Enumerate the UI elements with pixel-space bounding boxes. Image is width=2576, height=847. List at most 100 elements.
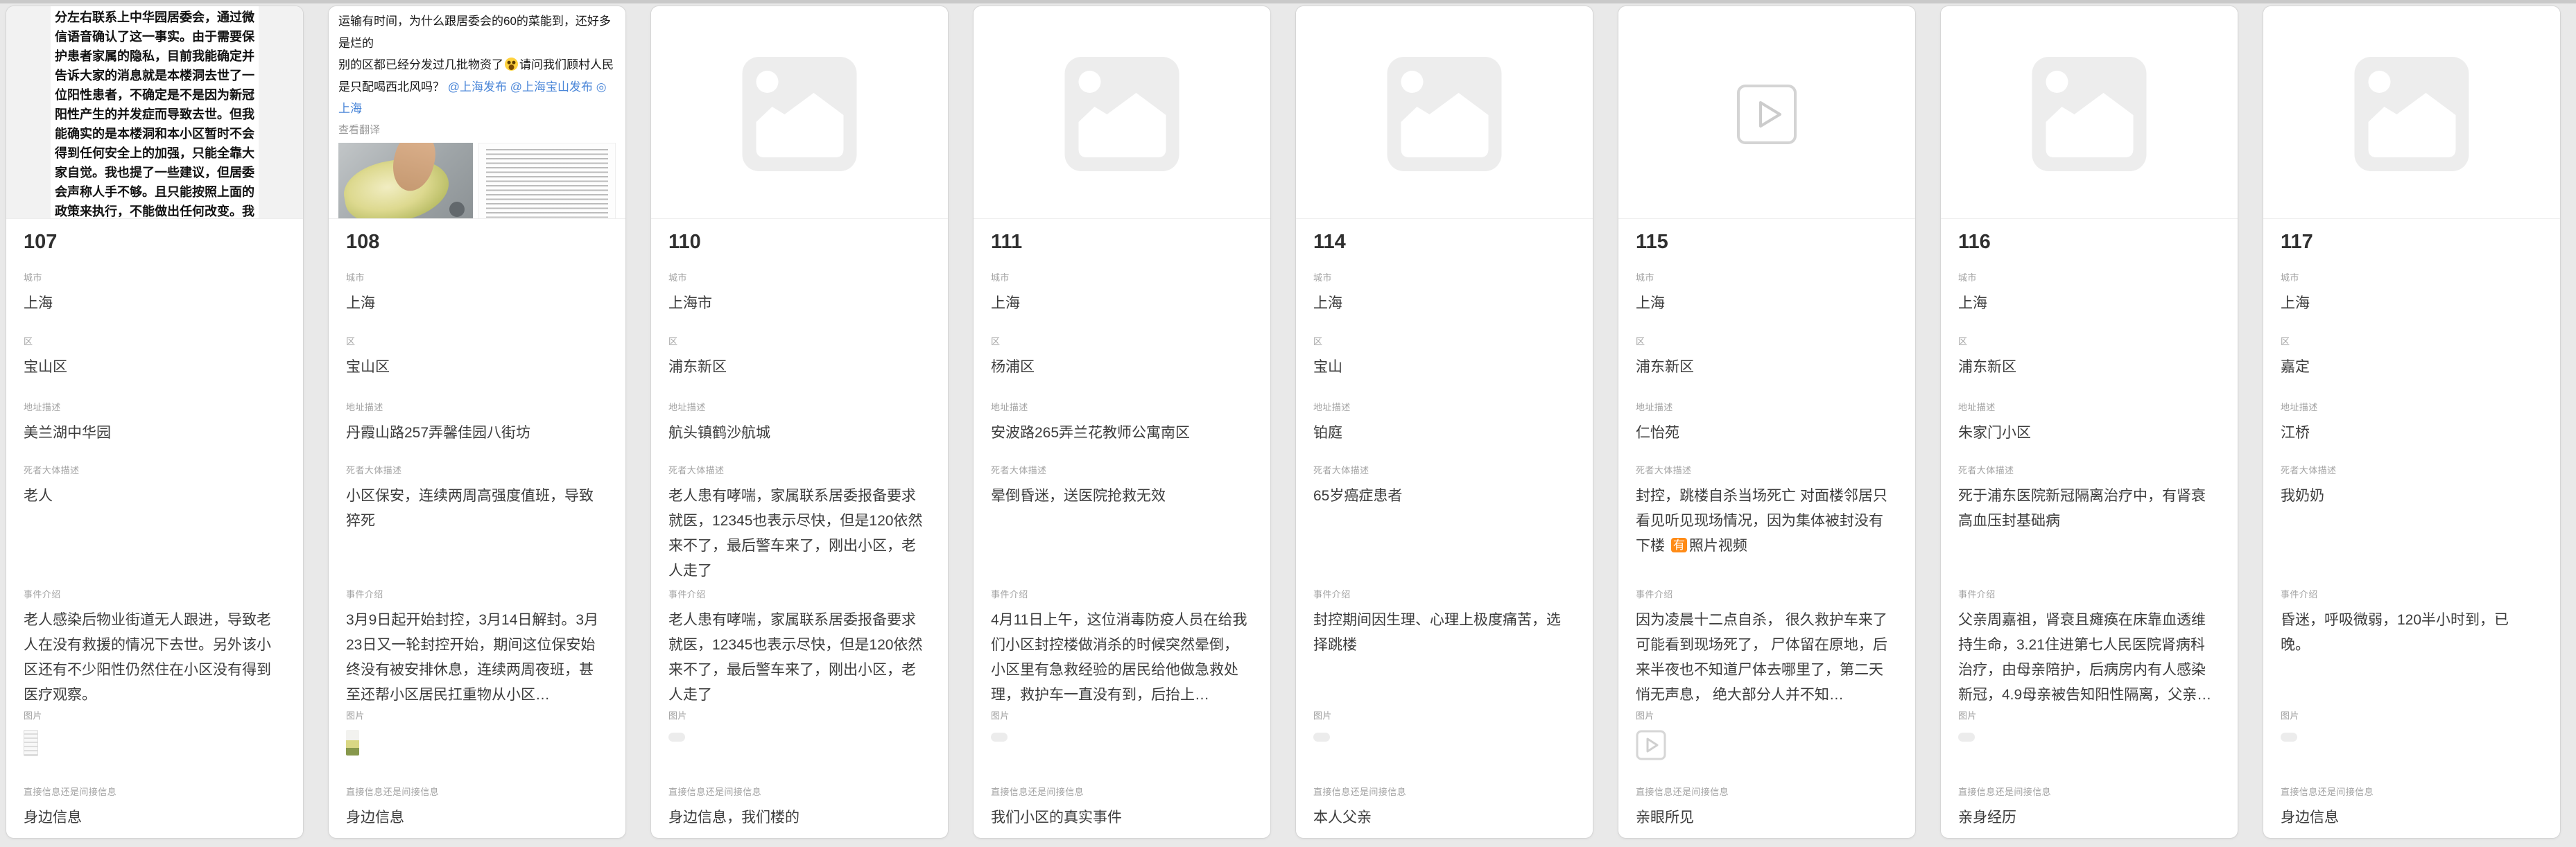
- field-value-address: 仁怡苑: [1636, 421, 1892, 446]
- field-label-address: 地址描述: [991, 400, 1247, 413]
- field-label-direct: 直接信息还是间接信息: [991, 785, 1247, 798]
- field-value-address: 铂庭: [1313, 421, 1570, 446]
- record-id: 114: [1313, 231, 1346, 254]
- field-label-city: 城市: [1958, 270, 2215, 283]
- video-thumbnail[interactable]: [1636, 730, 1666, 760]
- field-value-direct: 身边信息: [24, 805, 280, 830]
- field-value-event: 因为凌晨十二点自杀， 很久救护车来了可能看到现场死了， 尸体留在原地，后来半夜也…: [1636, 608, 1892, 708]
- field-value-city: 上海: [346, 291, 603, 316]
- field-value-direct: 亲眼所见: [1636, 805, 1892, 830]
- image-placeholder-icon: [1065, 57, 1179, 171]
- field-label-deceased: 死者大体描述: [1313, 463, 1570, 476]
- see-translation-link[interactable]: 查看翻译: [338, 122, 616, 137]
- field-value-direct: 我们小区的真实事件: [991, 805, 1247, 830]
- field-value-deceased: 封控，跳楼自杀当场死亡 对面楼邻居只看见听见现场情况，因为集体被封没有下楼 有照…: [1636, 484, 1892, 559]
- record-card[interactable]: 114 城市上海 区宝山 地址描述铂庭 死者大体描述65岁癌症患者 事件介绍封控…: [1295, 6, 1593, 839]
- field-label-district: 区: [1958, 334, 2215, 347]
- image-placeholder-icon: [1388, 57, 1502, 171]
- record-card[interactable]: 117 城市上海 区嘉定 地址描述江桥 死者大体描述我奶奶 事件介绍昏迷，呼吸微…: [2263, 6, 2561, 839]
- field-label-district: 区: [668, 334, 925, 347]
- image-thumbnail[interactable]: [346, 730, 359, 756]
- image-thumbnail[interactable]: [2281, 733, 2297, 742]
- video-play-icon[interactable]: [1736, 84, 1797, 145]
- field-value-event: 父亲周嘉祖，肾衰且瘫痪在床靠血透维持生命，3.21住进第七人民医院肾病科治疗，由…: [1958, 608, 2215, 708]
- record-card[interactable]: 110 城市上海市 区浦东新区 地址描述航头镇鹤沙航城 死者大体描述老人患有哮喘…: [650, 6, 949, 839]
- field-label-city: 城市: [346, 270, 603, 283]
- field-label-district: 区: [2281, 334, 2537, 347]
- field-label-event: 事件介绍: [991, 587, 1247, 600]
- card-media[interactable]: [1618, 6, 1915, 219]
- field-label-image: 图片: [1636, 708, 1892, 722]
- field-label-address: 地址描述: [2281, 400, 2537, 413]
- field-label-city: 城市: [1313, 270, 1570, 283]
- record-card[interactable]: 111 城市上海 区杨浦区 地址描述安波路265弄兰花教师公寓南区 死者大体描述…: [973, 6, 1271, 839]
- image-thumbnail[interactable]: [24, 730, 38, 756]
- field-value-direct: 身边信息: [2281, 805, 2537, 830]
- image-thumbnail[interactable]: [1958, 733, 1975, 742]
- field-value-district: 浦东新区: [1958, 355, 2215, 380]
- field-value-address: 江桥: [2281, 421, 2537, 446]
- card-media[interactable]: 分左右联系上中华园居委会，通过微信语音确认了这一事实。由于需要保护患者家属的隐私…: [6, 6, 303, 219]
- field-label-image: 图片: [1958, 708, 2215, 722]
- field-value-city: 上海: [24, 291, 280, 316]
- field-label-image: 图片: [1313, 708, 1570, 722]
- field-label-address: 地址描述: [1636, 400, 1892, 413]
- card-media[interactable]: [974, 6, 1270, 219]
- field-value-deceased: 晕倒昏迷，送医院抢救无效: [991, 484, 1247, 509]
- gallery-page: 分左右联系上中华园居委会，通过微信语音确认了这一事实。由于需要保护患者家属的隐私…: [0, 0, 2576, 847]
- field-label-direct: 直接信息还是间接信息: [24, 785, 280, 798]
- field-label-district: 区: [991, 334, 1247, 347]
- field-label-event: 事件介绍: [2281, 587, 2537, 600]
- weibo-post-image: 运输有时间，为什么跟居委会的60的菜能到，还好多是烂的 别的区都已经分发过几批物…: [329, 6, 625, 219]
- image-placeholder-icon: [2355, 57, 2469, 171]
- field-label-city: 城市: [668, 270, 925, 283]
- field-value-district: 浦东新区: [1636, 355, 1892, 380]
- crying-emoji: [505, 58, 518, 71]
- field-value-deceased: 老人患有哮喘，家属联系居委报备要求就医，12345也表示尽快，但是120依然来不…: [668, 484, 925, 584]
- field-label-address: 地址描述: [1958, 400, 2215, 413]
- field-value-address: 安波路265弄兰花教师公寓南区: [991, 421, 1247, 446]
- record-card[interactable]: 116 城市上海 区浦东新区 地址描述朱家门小区 死者大体描述死于浦东医院新冠隔…: [1940, 6, 2238, 839]
- image-thumbnail[interactable]: [991, 733, 1008, 742]
- article-screenshot-image[interactable]: [478, 143, 616, 220]
- record-card[interactable]: 115 城市上海 区浦东新区 地址描述仁怡苑 死者大体描述 封控，跳楼自杀当场死…: [1618, 6, 1916, 839]
- field-value-district: 浦东新区: [668, 355, 925, 380]
- card-media[interactable]: [2263, 6, 2560, 219]
- field-label-image: 图片: [2281, 708, 2537, 722]
- field-value-event: 封控期间因生理、心理上极度痛苦，选择跳楼: [1313, 608, 1570, 658]
- image-thumbnail[interactable]: [1313, 733, 1330, 742]
- field-label-image: 图片: [991, 708, 1247, 722]
- field-label-direct: 直接信息还是间接信息: [1958, 785, 2215, 798]
- you-badge: 有: [1671, 538, 1687, 552]
- field-value-district: 杨浦区: [991, 355, 1247, 380]
- field-label-image: 图片: [668, 708, 925, 722]
- record-card[interactable]: 分左右联系上中华园居委会，通过微信语音确认了这一事实。由于需要保护患者家属的隐私…: [6, 6, 304, 839]
- field-label-district: 区: [1636, 334, 1892, 347]
- field-value-direct: 本人父亲: [1313, 805, 1570, 830]
- sink-drain: [449, 202, 465, 217]
- card-media[interactable]: [1296, 6, 1593, 219]
- field-value-city: 上海: [1636, 291, 1892, 316]
- field-label-address: 地址描述: [668, 400, 925, 413]
- cabbage-photo-image[interactable]: [338, 143, 473, 220]
- card-media[interactable]: [1941, 6, 2238, 219]
- field-label-deceased: 死者大体描述: [24, 463, 280, 476]
- record-id: 108: [346, 231, 379, 254]
- field-value-city: 上海: [1958, 291, 2215, 316]
- field-value-district: 宝山: [1313, 355, 1570, 380]
- card-media[interactable]: 运输有时间，为什么跟居委会的60的菜能到，还好多是烂的 别的区都已经分发过几批物…: [329, 6, 625, 219]
- record-card[interactable]: 运输有时间，为什么跟居委会的60的菜能到，还好多是烂的 别的区都已经分发过几批物…: [328, 6, 626, 839]
- field-value-address: 美兰湖中华园: [24, 421, 280, 446]
- field-value-event: 老人患有哮喘，家属联系居委报备要求就医，12345也表示尽快，但是120依然来不…: [668, 608, 925, 708]
- field-value-address: 丹霞山路257弄馨佳园八街坊: [346, 421, 603, 446]
- field-label-deceased: 死者大体描述: [2281, 463, 2537, 476]
- top-border: [0, 0, 2576, 3]
- field-value-city: 上海: [2281, 291, 2537, 316]
- card-media[interactable]: [651, 6, 948, 219]
- field-value-district: 嘉定: [2281, 355, 2537, 380]
- image-thumbnail[interactable]: [668, 733, 685, 742]
- field-label-event: 事件介绍: [668, 587, 925, 600]
- field-label-direct: 直接信息还是间接信息: [1636, 785, 1892, 798]
- field-value-address: 航头镇鹤沙航城: [668, 421, 925, 446]
- field-value-event: 老人感染后物业街道无人跟进，导致老人在没有救援的情况下去世。另外该小区还有不少阳…: [24, 608, 280, 708]
